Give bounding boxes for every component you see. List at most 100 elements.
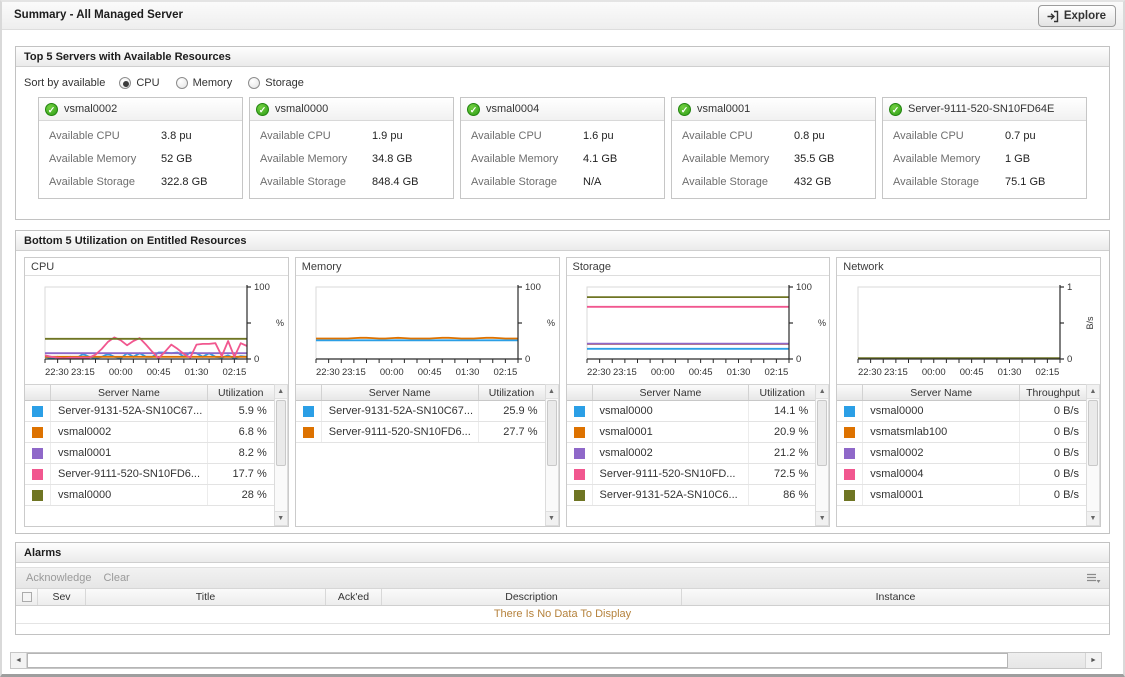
- scroll-down-icon[interactable]: ▼: [546, 511, 558, 525]
- field-value: 1.6 pu: [583, 130, 614, 153]
- table-row[interactable]: vsmal000028 %: [25, 485, 274, 506]
- field-value: 1.9 pu: [372, 130, 403, 153]
- server-card-5[interactable]: ✓ Server-9111-520-SN10FD64E Available CP…: [882, 97, 1087, 199]
- scroll-down-icon[interactable]: ▼: [1087, 511, 1099, 525]
- col-severity[interactable]: Sev: [38, 589, 86, 605]
- server-card-2[interactable]: ✓ vsmal0000 Available CPU1.9 pu Availabl…: [249, 97, 454, 199]
- clear-button[interactable]: Clear: [103, 572, 129, 584]
- cpu-utilization-chart[interactable]: 1000%22:3023:1500:0000:4501:3002:15: [25, 279, 287, 383]
- svg-text:23:15: 23:15: [884, 367, 908, 378]
- vertical-scrollbar[interactable]: ▲ ▼: [545, 384, 559, 526]
- table-row[interactable]: vsmal00020 B/s: [837, 443, 1086, 464]
- series-swatch-icon: [574, 448, 585, 459]
- scroll-up-icon[interactable]: ▲: [275, 385, 287, 399]
- scroll-down-icon[interactable]: ▼: [816, 511, 828, 525]
- utilization-column-header[interactable]: Utilization: [749, 385, 815, 400]
- table-row[interactable]: Server-9111-520-SN10FD6...27.7 %: [296, 422, 545, 443]
- server-name-column-header[interactable]: Server Name: [322, 385, 479, 400]
- table-customizer-icon[interactable]: [1086, 572, 1101, 588]
- sort-option-memory[interactable]: Memory: [176, 77, 233, 89]
- table-row[interactable]: vsmal00010 B/s: [837, 485, 1086, 506]
- table-row[interactable]: Server-9111-520-SN10FD6...17.7 %: [25, 464, 274, 485]
- col-description[interactable]: Description: [382, 589, 682, 605]
- table-row[interactable]: vsmal000120.9 %: [567, 422, 816, 443]
- row-value: 0 B/s: [1020, 426, 1086, 438]
- server-name-column-header[interactable]: Server Name: [51, 385, 208, 400]
- series-swatch-icon: [32, 469, 43, 480]
- hscrollbar-track[interactable]: [1008, 653, 1085, 668]
- row-server-name: Server-9111-520-SN10FD...: [593, 464, 750, 484]
- series-swatch-icon: [32, 427, 43, 438]
- scroll-up-icon[interactable]: ▲: [546, 385, 558, 399]
- scrollbar-thumb[interactable]: [1088, 400, 1098, 466]
- table-row[interactable]: vsmal000014.1 %: [567, 401, 816, 422]
- server-name-column-header[interactable]: Server Name: [593, 385, 750, 400]
- hscrollbar-thumb[interactable]: [27, 653, 1008, 668]
- svg-text:23:15: 23:15: [342, 367, 366, 378]
- sort-option-cpu[interactable]: CPU: [119, 77, 159, 89]
- table-row[interactable]: vsmal00018.2 %: [25, 443, 274, 464]
- table-row[interactable]: vsmal00040 B/s: [837, 464, 1086, 485]
- scrollbar-track[interactable]: [546, 467, 558, 511]
- swatch-column-header: [837, 385, 863, 400]
- col-acked[interactable]: Ack'ed: [326, 589, 382, 605]
- radio-memory-icon[interactable]: [176, 77, 188, 89]
- explore-button[interactable]: Explore: [1038, 5, 1116, 27]
- scroll-down-icon[interactable]: ▼: [275, 511, 287, 525]
- field-label: Available Storage: [49, 176, 161, 199]
- server-card-4[interactable]: ✓ vsmal0001 Available CPU0.8 pu Availabl…: [671, 97, 876, 199]
- throughput-column-header[interactable]: Throughput: [1020, 385, 1086, 400]
- vertical-scrollbar[interactable]: ▲ ▼: [1086, 384, 1100, 526]
- radio-storage-label: Storage: [265, 77, 304, 89]
- svg-text:100: 100: [796, 282, 812, 293]
- series-swatch-icon: [574, 490, 585, 501]
- table-row[interactable]: vsmal00026.8 %: [25, 422, 274, 443]
- table-row[interactable]: Server-9131-52A-SN10C67...25.9 %: [296, 401, 545, 422]
- table-row[interactable]: Server-9131-52A-SN10C67...5.9 %: [25, 401, 274, 422]
- table-row[interactable]: vsmatsmlab1000 B/s: [837, 422, 1086, 443]
- svg-text:00:45: 00:45: [959, 367, 983, 378]
- field-label: Available CPU: [260, 130, 372, 153]
- memory-utilization-chart[interactable]: 1000%22:3023:1500:0000:4501:3002:15: [296, 279, 558, 383]
- memory-table: Server Name Utilization Server-9131-52A-…: [296, 384, 559, 526]
- row-value: 0 B/s: [1020, 468, 1086, 480]
- scrollbar-track[interactable]: [275, 467, 287, 511]
- scrollbar-track[interactable]: [1087, 467, 1099, 511]
- storage-utilization-chart[interactable]: 1000%22:3023:1500:0000:4501:3002:15: [567, 279, 829, 383]
- radio-cpu-icon[interactable]: [119, 77, 131, 89]
- svg-text:%: %: [818, 318, 826, 328]
- server-card-1[interactable]: ✓ vsmal0002 Available CPU3.8 pu Availabl…: [38, 97, 243, 199]
- series-swatch-icon: [844, 490, 855, 501]
- scroll-up-icon[interactable]: ▲: [1087, 385, 1099, 399]
- vertical-scrollbar[interactable]: ▲ ▼: [274, 384, 288, 526]
- sort-option-storage[interactable]: Storage: [248, 77, 304, 89]
- select-all-checkbox[interactable]: [22, 592, 32, 602]
- utilization-column-header[interactable]: Utilization: [208, 385, 274, 400]
- scrollbar-thumb[interactable]: [276, 400, 286, 466]
- scrollbar-thumb[interactable]: [817, 400, 827, 466]
- server-card-3[interactable]: ✓ vsmal0004 Available CPU1.6 pu Availabl…: [460, 97, 665, 199]
- network-throughput-chart[interactable]: 10B/s22:3023:1500:0000:4501:3002:15: [838, 279, 1100, 383]
- col-instance[interactable]: Instance: [682, 589, 1109, 605]
- horizontal-scrollbar[interactable]: ◄ ►: [10, 652, 1102, 669]
- radio-storage-icon[interactable]: [248, 77, 260, 89]
- series-swatch-icon: [32, 490, 43, 501]
- scrollbar-track[interactable]: [816, 467, 828, 511]
- table-row[interactable]: vsmal000221.2 %: [567, 443, 816, 464]
- server-name-column-header[interactable]: Server Name: [863, 385, 1020, 400]
- utilization-column-header[interactable]: Utilization: [479, 385, 545, 400]
- row-value: 0 B/s: [1020, 405, 1086, 417]
- acknowledge-button[interactable]: Acknowledge: [26, 572, 91, 584]
- col-title[interactable]: Title: [86, 589, 326, 605]
- table-row[interactable]: Server-9111-520-SN10FD...72.5 %: [567, 464, 816, 485]
- scroll-left-icon[interactable]: ◄: [11, 653, 27, 668]
- scroll-up-icon[interactable]: ▲: [816, 385, 828, 399]
- row-server-name: Server-9111-520-SN10FD6...: [51, 464, 208, 484]
- svg-text:00:45: 00:45: [689, 367, 713, 378]
- scrollbar-thumb[interactable]: [547, 400, 557, 466]
- scroll-right-icon[interactable]: ►: [1085, 653, 1101, 668]
- table-row[interactable]: vsmal00000 B/s: [837, 401, 1086, 422]
- vertical-scrollbar[interactable]: ▲ ▼: [815, 384, 829, 526]
- table-row[interactable]: Server-9131-52A-SN10C6...86 %: [567, 485, 816, 506]
- field-value: 34.8 GB: [372, 153, 412, 176]
